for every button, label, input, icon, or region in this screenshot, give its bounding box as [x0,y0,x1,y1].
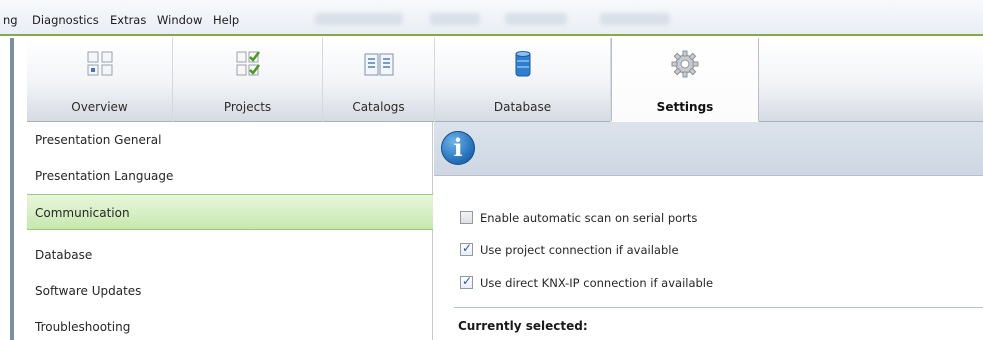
menu-item-window[interactable]: Window [157,13,202,27]
catalogs-icon [364,53,393,76]
tab-database[interactable]: Database [435,38,611,122]
tab-label: Settings [656,100,714,114]
info-icon: i [441,131,475,165]
tab-projects[interactable]: Projects [173,38,323,122]
tab-label: Database [493,100,552,114]
menu-item-diagnostics[interactable]: Diagnostics [32,13,99,27]
divider [454,307,983,308]
nav-item-presentation-language[interactable]: Presentation Language [27,158,433,194]
nav-item-database[interactable]: Database [27,237,433,273]
checkbox[interactable] [460,211,473,224]
tab-label: Overview [71,100,128,114]
tab-label: Catalogs [352,100,405,114]
nav-item-presentation-general[interactable]: Presentation General [27,122,433,158]
checkbox-checked[interactable] [460,241,473,256]
info-bar: i [434,122,983,176]
nav-item-troubleshooting[interactable]: Troubleshooting [27,309,433,340]
checkbox-checked[interactable] [460,274,473,289]
database-icon [515,51,530,77]
tab-label: Projects [223,100,272,114]
blurred-text [430,13,480,25]
tab-overview[interactable]: Overview [27,38,173,122]
menu-bar: ng Diagnostics Extras Window Help [0,0,983,36]
nav-item-software-updates[interactable]: Software Updates [27,273,433,309]
window-frame [0,38,27,340]
menu-item-extras[interactable]: Extras [110,13,146,27]
blurred-text [505,13,567,25]
blurred-text [315,13,403,25]
gear-icon [671,50,699,78]
tab-catalogs[interactable]: Catalogs [323,38,435,122]
option-label: Use direct KNX-IP connection if availabl… [480,276,714,290]
projects-icon [236,51,260,76]
menu-item-partial[interactable]: ng [3,13,18,27]
settings-nav: Presentation General Presentation Langua… [27,122,433,340]
section-title: Currently selected: [458,319,588,333]
blurred-text [600,13,670,25]
main-toolbar: Overview Projects Catalogs Database Sett… [27,38,983,122]
menu-item-help[interactable]: Help [213,13,239,27]
overview-icon [87,51,112,76]
nav-item-communication[interactable]: Communication [27,194,433,230]
option-label: Enable automatic scan on serial ports [480,211,698,225]
tab-settings[interactable]: Settings [611,38,759,122]
option-label: Use project connection if available [480,243,679,257]
